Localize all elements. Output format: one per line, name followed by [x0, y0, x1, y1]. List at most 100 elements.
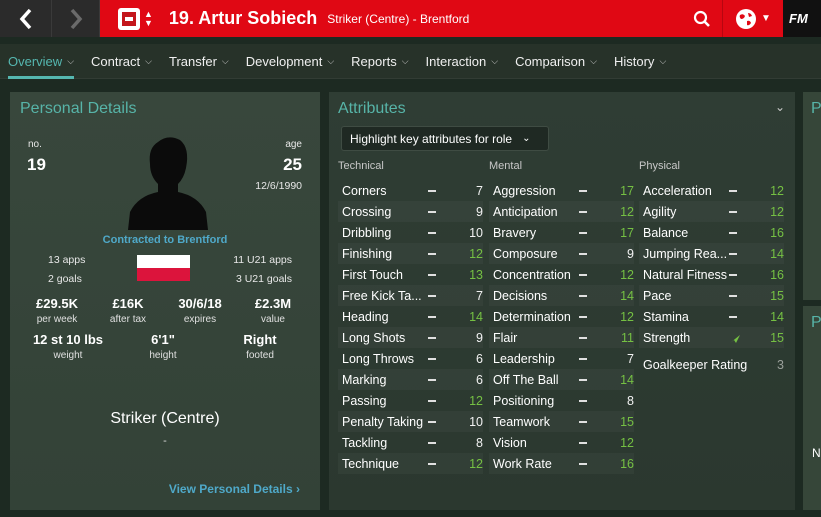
attribute-row[interactable]: Passing 12	[338, 390, 483, 411]
attribute-name: Crossing	[342, 204, 392, 219]
tab-reports[interactable]: Reports ⌵	[351, 44, 408, 79]
attribute-value: 9	[627, 246, 634, 261]
attribute-row[interactable]: Off The Ball 14	[489, 369, 634, 390]
attribute-row[interactable]: Long Shots 9	[338, 327, 483, 348]
attribute-value: 12	[620, 435, 634, 450]
attribute-row[interactable]: Pace 15	[639, 285, 784, 306]
attribute-row[interactable]: Balance 16	[639, 222, 784, 243]
tab-interaction[interactable]: Interaction ⌵	[426, 44, 499, 79]
attribute-row[interactable]: Vision 12	[489, 432, 634, 453]
attribute-name: Marking	[342, 372, 387, 387]
player-subtitle: Striker (Centre) - Brentford	[327, 11, 470, 26]
tab-label: History	[613, 53, 655, 69]
attribute-name: Agility	[643, 204, 677, 219]
tab-history[interactable]: History ⌵	[614, 44, 666, 79]
apps-count: 13 apps	[48, 254, 86, 266]
u21-goals-count: 3 U21 goals	[235, 273, 292, 285]
attribute-row[interactable]: Positioning 8	[489, 390, 634, 411]
attribute-trend-icon	[579, 189, 587, 192]
attribute-row[interactable]: Bravery 17	[489, 222, 634, 243]
height-label: height	[149, 350, 177, 361]
attribute-row[interactable]: Determination 12	[489, 306, 634, 327]
attribute-row[interactable]: Stamina 14	[639, 306, 784, 327]
attribute-value: 12	[770, 204, 784, 219]
chevron-down-icon: ▼	[761, 13, 771, 24]
attribute-value: 7	[627, 351, 634, 366]
attribute-row[interactable]: Natural Fitness 16	[639, 264, 784, 285]
tab-development[interactable]: Development ⌵	[246, 44, 334, 79]
physical-column: Physical Acceleration 12 Agility 12 Balance 1…	[639, 160, 784, 377]
attribute-value: 16	[770, 267, 784, 282]
attribute-trend-icon	[579, 462, 587, 465]
attribute-value: 13	[469, 267, 483, 282]
attribute-row[interactable]: Composure 9	[489, 243, 634, 264]
attribute-row[interactable]: Agility 12	[639, 201, 784, 222]
attribute-row[interactable]: Leadership 7	[489, 348, 634, 369]
attribute-row[interactable]: Strength 15	[639, 327, 784, 348]
attribute-row[interactable]: Technique 12	[338, 453, 483, 474]
tab-comparison[interactable]: Comparison ⌵	[515, 44, 597, 79]
chevron-down-icon: ⌵	[590, 55, 597, 66]
attribute-row[interactable]: Marking 6	[338, 369, 483, 390]
attribute-row[interactable]: Corners 7	[338, 180, 483, 201]
chevron-down-icon: ⌵	[145, 55, 152, 66]
height-value: 6'1"	[151, 332, 175, 347]
attribute-row[interactable]: Acceleration 12	[639, 180, 784, 201]
attribute-name: Work Rate	[493, 456, 552, 471]
attribute-row[interactable]: Dribbling 10	[338, 222, 483, 243]
attribute-row[interactable]: Concentration 12	[489, 264, 634, 285]
player-switcher[interactable]: ▲ ▼	[144, 9, 153, 28]
panel-title: Personal Details	[20, 100, 137, 117]
market-value-label: value	[261, 314, 285, 325]
tab-contract[interactable]: Contract ⌵	[91, 44, 152, 79]
tab-transfer[interactable]: Transfer ⌵	[169, 44, 229, 79]
wage-value: £29.5K	[36, 296, 78, 311]
attribute-row[interactable]: Heading 14	[338, 306, 483, 327]
attribute-row[interactable]: Crossing 9	[338, 201, 483, 222]
goalkeeper-rating-value: 3	[777, 357, 784, 372]
attribute-row[interactable]: Anticipation 12	[489, 201, 634, 222]
view-personal-details-link[interactable]: View Personal Details ›	[169, 482, 300, 496]
globe-icon	[736, 8, 757, 29]
attribute-row[interactable]: Decisions 14	[489, 285, 634, 306]
chevron-right-icon	[70, 8, 82, 29]
attribute-name: Decisions	[493, 288, 548, 303]
contract-status-link[interactable]: Contracted to Brentford	[10, 234, 320, 246]
highlight-attributes-dropdown[interactable]: Highlight key attributes for role ⌄	[341, 126, 549, 151]
attribute-value: 14	[770, 246, 784, 261]
attribute-name: Corners	[342, 183, 387, 198]
attribute-value: 14	[620, 288, 634, 303]
fm-logo[interactable]: FM	[783, 0, 821, 37]
attribute-trend-icon	[579, 210, 587, 213]
attribute-trend-icon	[579, 357, 587, 360]
attribute-trend-icon	[729, 189, 737, 192]
search-button[interactable]	[682, 0, 722, 37]
attribute-name: Teamwork	[493, 414, 550, 429]
attribute-row[interactable]: Flair 11	[489, 327, 634, 348]
attribute-row[interactable]: Finishing 12	[338, 243, 483, 264]
chevron-down-icon[interactable]: ▼	[144, 18, 153, 28]
attribute-value: 9	[476, 330, 483, 345]
tab-label: Development	[245, 53, 323, 69]
tab-overview[interactable]: Overview ⌵	[8, 44, 75, 79]
attribute-trend-icon	[729, 273, 737, 276]
chevron-down-icon[interactable]: ⌄	[775, 100, 785, 114]
club-crest-icon[interactable]	[118, 7, 140, 30]
world-menu-button[interactable]: ▼	[723, 0, 783, 37]
attribute-row[interactable]: Teamwork 15	[489, 411, 634, 432]
attribute-row[interactable]: Free Kick Ta... 7	[338, 285, 483, 306]
attribute-row[interactable]: Work Rate 16	[489, 453, 634, 474]
attribute-trend-icon	[729, 315, 737, 318]
attribute-row[interactable]: Jumping Rea... 14	[639, 243, 784, 264]
attribute-value: 14	[469, 309, 483, 324]
attribute-row[interactable]: Long Throws 6	[338, 348, 483, 369]
age-value: 25	[283, 155, 302, 174]
attribute-row[interactable]: Aggression 17	[489, 180, 634, 201]
tab-label: Overview	[8, 53, 63, 69]
back-button[interactable]	[0, 0, 52, 37]
attribute-row[interactable]: First Touch 13	[338, 264, 483, 285]
attribute-row[interactable]: Tackling 8	[338, 432, 483, 453]
attribute-value: 10	[469, 225, 483, 240]
attribute-row[interactable]: Penalty Taking 10	[338, 411, 483, 432]
forward-button[interactable]	[52, 0, 100, 37]
